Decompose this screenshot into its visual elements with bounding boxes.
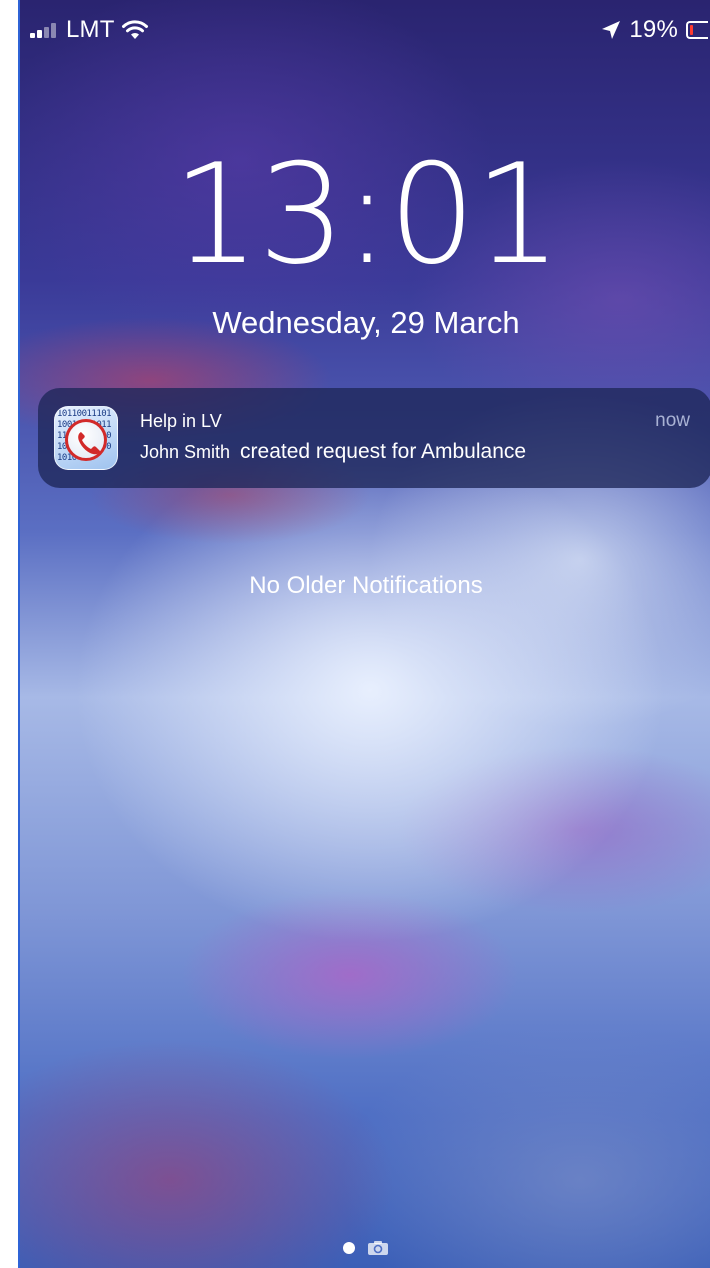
status-bar: LMT 19%	[20, 0, 710, 58]
battery-percent: 19%	[629, 16, 678, 43]
notification-time: now	[655, 410, 690, 431]
notification-body: John Smith created request for Ambulance	[140, 440, 526, 464]
location-arrow-icon	[602, 21, 621, 39]
page-indicator	[20, 1240, 710, 1256]
screenshot-frame: LMT 19% 13:01 Wednesday, 29 March 101100…	[0, 0, 710, 1268]
notification-app-name: Help in LV	[140, 411, 222, 431]
no-older-notifications: No Older Notifications	[249, 572, 483, 599]
notification-card[interactable]: 1011001110110011011011110110010101011101…	[38, 388, 710, 488]
notification-message: created request for Ambulance	[240, 440, 527, 463]
lock-screen: LMT 19% 13:01 Wednesday, 29 March 101100…	[18, 0, 710, 1268]
signal-icon	[30, 22, 60, 38]
page-dot[interactable]	[343, 1242, 355, 1254]
status-left: LMT	[30, 18, 149, 42]
battery-level-fill	[690, 25, 693, 35]
wifi-icon	[121, 20, 148, 39]
status-right: 19%	[601, 18, 708, 42]
carrier-name: LMT	[66, 16, 115, 43]
help-in-lv-app-icon: 1011001110110011011011110110010101011101…	[54, 406, 118, 470]
lock-screen-time: 13:01	[172, 134, 562, 295]
camera-icon[interactable]	[367, 1240, 389, 1256]
battery-icon	[686, 21, 708, 39]
lock-screen-date: Wednesday, 29 March	[212, 305, 520, 340]
notification-sender: John Smith	[140, 442, 231, 462]
phone-icon	[65, 419, 107, 461]
